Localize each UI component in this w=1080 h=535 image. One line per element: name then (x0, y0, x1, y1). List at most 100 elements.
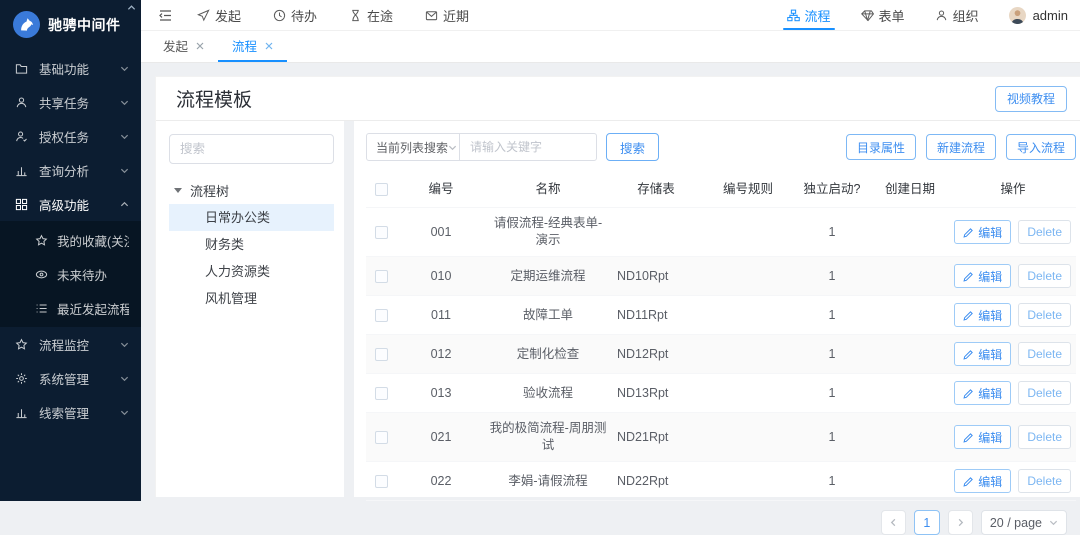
delete-button[interactable]: Delete (1018, 220, 1071, 244)
row-checkbox[interactable] (375, 309, 388, 322)
cell-rule (702, 347, 794, 361)
bar-chart-icon (15, 163, 29, 177)
cell-created (870, 430, 950, 444)
sidebar-item-query-analysis[interactable]: 查询分析 (0, 153, 141, 187)
cell-name: 验收流程 (486, 378, 610, 409)
sidebar-item-advanced-functions[interactable]: 高级功能 (0, 187, 141, 221)
sidebar-item-basic-functions[interactable]: 基础功能 (0, 51, 141, 85)
cell-created (870, 347, 950, 361)
page-number-button[interactable]: 1 (914, 510, 940, 535)
nav-item-in-transit[interactable]: 在途 (349, 0, 393, 30)
nav-item-todo[interactable]: 待办 (273, 0, 317, 30)
app-root: 驰骋中间件 基础功能 共享任务 授权任务 查询分析 (0, 0, 1080, 501)
cell-no: 022 (396, 466, 486, 497)
next-page-button[interactable] (948, 510, 973, 535)
mail-icon (425, 9, 438, 22)
cell-actions: 编辑 Delete (950, 335, 1076, 373)
row-checkbox[interactable] (375, 475, 388, 488)
cell-actions: 编辑 Delete (950, 462, 1076, 500)
cell-no: 011 (396, 300, 486, 331)
username: admin (1033, 8, 1068, 23)
edit-button[interactable]: 编辑 (954, 381, 1011, 405)
sidebar-item-my-favorites[interactable]: 我的收藏(关注) (0, 223, 141, 257)
tree-node-hr[interactable]: 人力资源类 (169, 258, 334, 285)
sidebar-item-clue-management[interactable]: 线索管理 (0, 395, 141, 429)
keyword-input[interactable] (459, 133, 597, 161)
delete-button[interactable]: Delete (1018, 303, 1071, 327)
catalog-properties-button[interactable]: 目录属性 (846, 134, 916, 160)
delete-button[interactable]: Delete (1018, 469, 1071, 493)
row-checkbox[interactable] (375, 348, 388, 361)
select-all-checkbox[interactable] (375, 183, 388, 196)
nav-item-recent[interactable]: 近期 (425, 0, 469, 30)
edit-button[interactable]: 编辑 (954, 469, 1011, 493)
list-scope-select[interactable]: 当前列表搜索 (366, 133, 460, 161)
row-checkbox[interactable] (375, 226, 388, 239)
star-icon (15, 337, 29, 351)
row-checkbox[interactable] (375, 270, 388, 283)
cell-actions: 编辑 Delete (950, 213, 1076, 251)
tree-search-input[interactable] (169, 134, 334, 164)
scroll-up-icon[interactable] (127, 1, 136, 14)
cell-name: 李娟-请假流程 (486, 466, 610, 497)
tab-start[interactable]: 发起 (149, 31, 218, 62)
user-check-icon (15, 129, 29, 143)
edit-button[interactable]: 编辑 (954, 425, 1011, 449)
column-header-created: 创建日期 (870, 172, 950, 207)
nav-item-organization[interactable]: 组织 (935, 0, 979, 30)
delete-button[interactable]: Delete (1018, 425, 1071, 449)
pencil-icon (963, 432, 974, 443)
close-icon[interactable] (265, 42, 273, 50)
search-button[interactable]: 搜索 (606, 133, 659, 161)
chevron-down-icon (120, 98, 129, 107)
delete-button[interactable]: Delete (1018, 381, 1071, 405)
delete-button[interactable]: Delete (1018, 342, 1071, 366)
cell-name: 定制化检查 (486, 339, 610, 370)
tree-node-daily-office[interactable]: 日常办公类 (169, 204, 334, 231)
brand-logo[interactable]: 驰骋中间件 (0, 0, 141, 47)
column-header-name: 名称 (486, 172, 610, 207)
nav-item-start[interactable]: 发起 (197, 0, 241, 30)
cell-store: ND13Rpt (610, 378, 702, 409)
tab-process[interactable]: 流程 (218, 31, 287, 62)
tree-node-fan-management[interactable]: 风机管理 (169, 285, 334, 312)
user-menu[interactable]: admin (1009, 0, 1068, 30)
delete-button[interactable]: Delete (1018, 264, 1071, 288)
page-size-select[interactable]: 20 / page (981, 510, 1067, 535)
chevron-down-icon (120, 340, 129, 349)
sidebar-item-future-todo[interactable]: 未来待办 (0, 257, 141, 291)
sidebar-item-authorized-tasks[interactable]: 授权任务 (0, 119, 141, 153)
tree-node-root[interactable]: 流程树 (169, 177, 334, 204)
row-checkbox[interactable] (375, 387, 388, 400)
edit-button[interactable]: 编辑 (954, 264, 1011, 288)
user-icon (15, 95, 29, 109)
edit-button[interactable]: 编辑 (954, 220, 1011, 244)
video-tutorial-button[interactable]: 视频教程 (995, 86, 1067, 112)
card-body: 流程树 日常办公类 财务类 人力资源类 风机管理 当前列表搜索 (156, 121, 1080, 497)
list-icon (35, 301, 49, 315)
sidebar-item-system-management[interactable]: 系统管理 (0, 361, 141, 395)
nav-item-form[interactable]: 表单 (861, 0, 905, 30)
bar-chart-icon (15, 405, 29, 419)
sidebar-item-shared-tasks[interactable]: 共享任务 (0, 85, 141, 119)
column-header-actions: 操作 (950, 172, 1076, 207)
table-row: 011 故障工单 ND11Rpt 1 编辑 Delete (366, 296, 1076, 335)
sidebar-item-recent-started-flows[interactable]: 最近发起流程 (0, 291, 141, 325)
nav-item-process[interactable]: 流程 (787, 0, 831, 30)
new-process-button[interactable]: 新建流程 (926, 134, 996, 160)
tree-node-finance[interactable]: 财务类 (169, 231, 334, 258)
prev-page-button[interactable] (881, 510, 906, 535)
edit-button[interactable]: 编辑 (954, 303, 1011, 327)
close-icon[interactable] (196, 42, 204, 50)
sidebar-submenu-advanced: 我的收藏(关注) 未来待办 最近发起流程 (0, 221, 141, 327)
sidebar-item-process-monitor[interactable]: 流程监控 (0, 327, 141, 361)
import-process-button[interactable]: 导入流程 (1006, 134, 1076, 160)
clock-icon (273, 9, 286, 22)
pencil-icon (963, 388, 974, 399)
row-checkbox[interactable] (375, 431, 388, 444)
user-avatar (1009, 7, 1026, 24)
page-content: 流程模板 视频教程 流程树 日常办公类 财务类 人力资源 (141, 63, 1080, 501)
menu-fold-icon[interactable] (158, 8, 173, 23)
edit-button[interactable]: 编辑 (954, 342, 1011, 366)
cell-store: ND21Rpt (610, 422, 702, 453)
